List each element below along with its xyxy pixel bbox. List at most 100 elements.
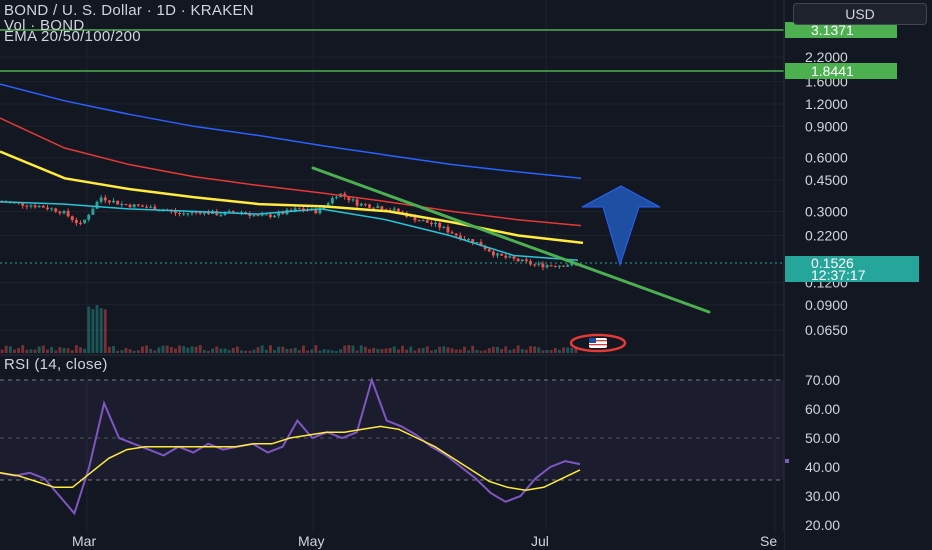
volume-bar: [268, 345, 272, 353]
volume-bar: [260, 345, 264, 353]
volume-bar: [46, 349, 49, 353]
volume-bar: [557, 349, 561, 353]
candle-body: [491, 251, 495, 256]
volume-bar: [442, 346, 446, 353]
candle-body: [227, 211, 231, 213]
volume-bar: [405, 349, 409, 353]
volume-bar: [297, 350, 301, 353]
volume-bar: [343, 345, 347, 353]
volume-bar: [467, 350, 471, 353]
candle-body: [520, 259, 524, 262]
candle-body: [442, 226, 446, 228]
volume-bar: [219, 348, 223, 353]
volume-bar: [91, 308, 95, 353]
candle-body: [487, 249, 491, 252]
candle-body: [496, 253, 499, 256]
volume-bar: [4, 345, 8, 353]
candle-body: [145, 206, 149, 208]
currency-button[interactable]: USD: [793, 3, 927, 25]
volume-bar: [318, 350, 322, 353]
rsi-tick-label: 40.00: [805, 459, 840, 475]
volume-bar: [277, 346, 281, 353]
ema-legend: EMA 20/50/100/200: [4, 28, 141, 45]
volume-bar: [128, 349, 132, 353]
volume-bar: [62, 348, 66, 353]
volume-bar: [306, 350, 310, 353]
candle-body: [562, 265, 565, 267]
time-axis[interactable]: [0, 531, 784, 550]
candle-body: [429, 222, 433, 225]
candle-body: [380, 206, 384, 210]
volume-bar: [310, 349, 314, 353]
volume-bar: [429, 350, 433, 353]
volume-bar: [99, 308, 103, 353]
rsi-tick-label: 30.00: [805, 488, 840, 504]
volume-bar: [508, 349, 512, 353]
price-tick-label: 0.6000: [805, 150, 848, 166]
volume-bar: [198, 345, 202, 353]
volume-bar: [392, 346, 396, 353]
candle-body: [120, 204, 124, 206]
volume-bar: [169, 346, 173, 353]
volume-bar: [244, 350, 248, 353]
volume-bar: [302, 345, 305, 353]
candle-body: [256, 215, 260, 217]
volume-bar: [529, 346, 532, 353]
candle-body: [359, 203, 363, 206]
volume-bar: [95, 305, 99, 353]
volume-bar: [496, 347, 499, 353]
price-tick-label: 1.2000: [805, 96, 848, 112]
volume-bar: [281, 346, 285, 353]
volume-bar: [458, 349, 462, 353]
volume-bar: [504, 346, 508, 353]
volume-bar: [70, 350, 74, 353]
candle-body: [83, 219, 87, 224]
candle-body: [87, 214, 91, 220]
candle-body: [46, 207, 49, 210]
volume-bar: [326, 349, 330, 353]
volume-bar: [314, 345, 318, 353]
candle-body: [450, 232, 454, 234]
volume-bar: [165, 345, 169, 353]
volume-bar: [363, 346, 367, 353]
chart-canvas[interactable]: 2.20001.60001.20000.90000.60000.45000.30…: [0, 0, 932, 550]
volume-bar: [87, 306, 91, 353]
volume-bar: [149, 348, 153, 353]
volume-bar: [202, 349, 206, 353]
price-tick-label: 0.4500: [805, 172, 848, 188]
volume-bar: [396, 349, 400, 353]
volume-bar: [516, 345, 520, 353]
volume-bar: [83, 348, 87, 353]
candle-body: [351, 199, 355, 201]
volume-bar: [491, 346, 495, 353]
price-pane[interactable]: [0, 0, 784, 355]
volume-bar: [41, 345, 45, 353]
volume-bar: [13, 349, 16, 353]
candle-body: [128, 204, 132, 208]
candle-body: [533, 264, 537, 266]
volume-bar: [330, 350, 334, 353]
volume-bar: [58, 347, 62, 353]
volume-bar: [116, 350, 120, 353]
volume-bar: [566, 347, 570, 353]
volume-bar: [479, 350, 483, 353]
candle-body: [70, 216, 74, 220]
candle-body: [566, 265, 570, 267]
candle-body: [107, 200, 111, 203]
rsi-tick-label: 20.00: [805, 517, 840, 533]
volume-bar: [425, 346, 429, 353]
volume-bar: [231, 347, 235, 353]
candle-body: [99, 197, 103, 202]
volume-bar: [207, 350, 210, 353]
candle-body: [74, 219, 78, 223]
volume-bar: [174, 348, 177, 353]
volume-bar: [545, 350, 549, 353]
candle-body: [425, 220, 429, 223]
candle-body: [504, 255, 508, 258]
volume-bar: [487, 348, 491, 353]
time-tick-label: Se: [760, 533, 777, 549]
volume-bar: [409, 346, 413, 353]
volume-bar: [273, 350, 276, 353]
volume-bar: [240, 350, 243, 353]
volume-bar: [215, 346, 219, 353]
